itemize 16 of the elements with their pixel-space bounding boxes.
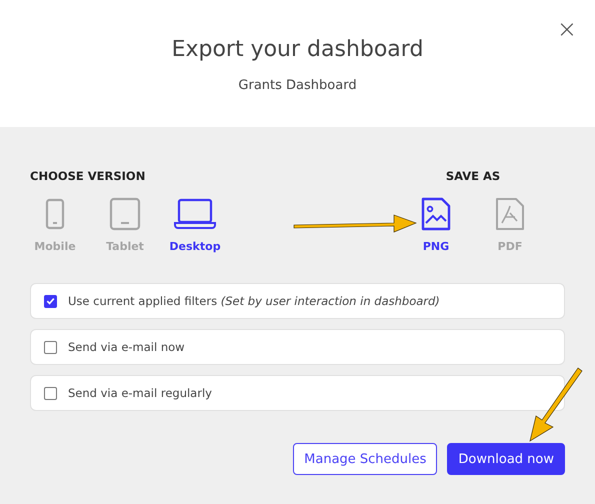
format-option[interactable]: PNG xyxy=(411,197,461,253)
section-heading: SAVE AS xyxy=(444,169,502,183)
option-label: Use current applied filters (Set by user interaction in dashboard) xyxy=(68,294,440,308)
manage-button[interactable]: Manage Schedules xyxy=(293,443,438,475)
laptop-icon xyxy=(173,197,217,231)
dialog-subtitle: Grants Dashboard xyxy=(238,78,357,93)
checkbox[interactable] xyxy=(44,340,57,354)
close-button[interactable]: × xyxy=(552,16,581,42)
option-label: Send via e-mail now xyxy=(68,340,185,354)
dialog-title: Export your dashboard xyxy=(172,36,424,64)
checkbox[interactable] xyxy=(44,386,57,400)
version-option[interactable]: Desktop xyxy=(170,197,220,253)
download-button[interactable]: Download now xyxy=(447,443,565,475)
checkbox[interactable] xyxy=(44,294,57,308)
section-heading: CHOOSE VERSION xyxy=(30,169,146,183)
option-label: Send via e-mail regularly xyxy=(68,386,212,400)
